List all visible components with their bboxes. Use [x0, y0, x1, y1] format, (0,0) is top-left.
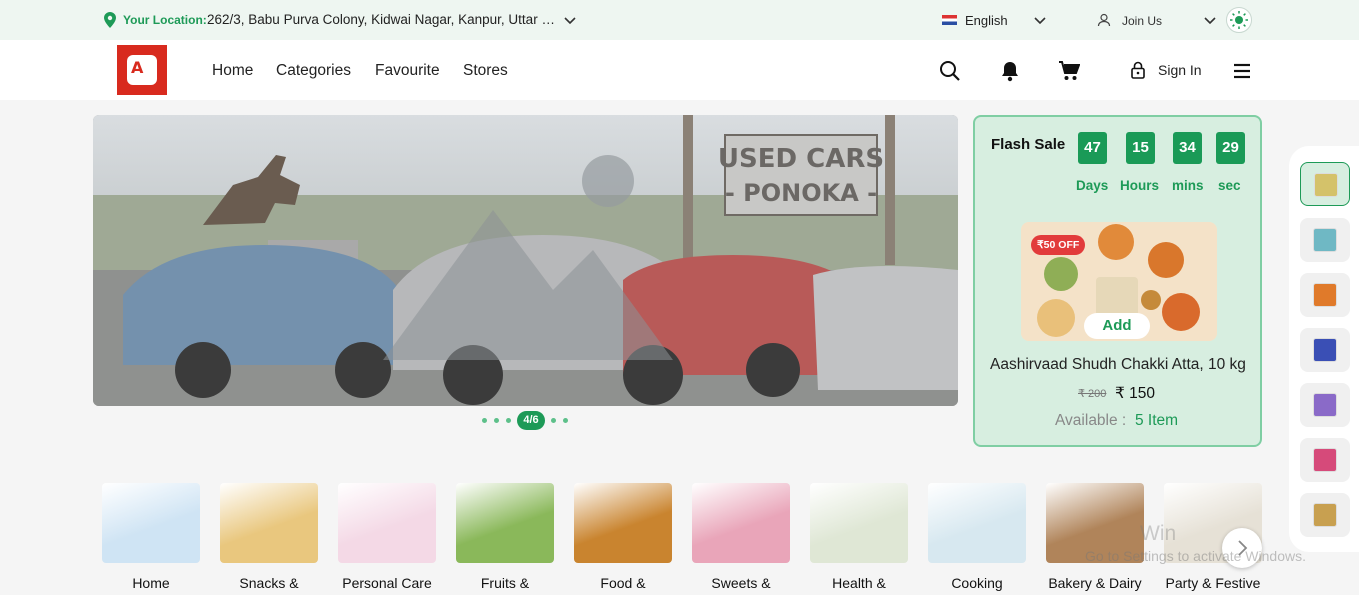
category-image [810, 483, 908, 563]
countdown-unit-hours: Hours [1120, 178, 1160, 193]
store-rail [1289, 146, 1359, 552]
banner-image: USED CARS - PONOKA - [93, 115, 958, 406]
chevron-down-icon[interactable] [563, 13, 577, 27]
category-image [220, 483, 318, 563]
discount-badge: ₹50 OFF [1031, 235, 1086, 255]
cart-icon[interactable] [1058, 60, 1080, 82]
countdown-sec: 29 [1216, 132, 1245, 164]
availability-label: Available : [1055, 412, 1127, 429]
store-logo[interactable]: A [117, 45, 167, 95]
rail-store-item[interactable] [1300, 493, 1350, 537]
category-label: Home [132, 575, 170, 591]
countdown-unit-mins: mins [1172, 178, 1204, 193]
carousel-dot[interactable] [506, 418, 511, 423]
rail-store-item[interactable] [1300, 273, 1350, 317]
countdown-days: 47 [1078, 132, 1107, 164]
product-old-price: ₹ 200 [1078, 388, 1107, 400]
category-label: Bakery & Dairy [1048, 575, 1142, 591]
category-label: Snacks & [239, 575, 299, 591]
search-icon[interactable] [939, 60, 961, 82]
rail-store-item[interactable] [1300, 328, 1350, 372]
rail-store-item[interactable] [1300, 383, 1350, 427]
bell-icon[interactable] [999, 60, 1021, 82]
sign-line-1: USED CARS [718, 144, 884, 174]
store-thumb [1313, 338, 1337, 362]
store-thumb [1313, 448, 1337, 472]
category-item[interactable]: Health & [810, 483, 908, 591]
availability-value: 5 Item [1135, 412, 1179, 429]
category-image [338, 483, 436, 563]
countdown-mins: 34 [1173, 132, 1202, 164]
theme-toggle-button[interactable] [1226, 7, 1252, 33]
nav-home[interactable]: Home [212, 62, 253, 80]
location-bar: Your Location: 262/3, Babu Purva Colony,… [0, 0, 1359, 40]
category-image [692, 483, 790, 563]
category-item[interactable]: Snacks & [220, 483, 318, 591]
rail-store-item[interactable] [1300, 218, 1350, 262]
hero-banner[interactable]: USED CARS - PONOKA - [93, 115, 958, 406]
category-label: Sweets & [711, 575, 771, 591]
category-item[interactable]: Home [102, 483, 200, 591]
category-item[interactable]: Sweets & [692, 483, 790, 591]
add-to-cart-button[interactable]: Add [1084, 313, 1150, 339]
carousel-dot[interactable] [494, 418, 499, 423]
rail-store-item[interactable] [1300, 438, 1350, 482]
menu-icon[interactable] [1231, 60, 1253, 82]
carousel-dot-active[interactable]: 4/6 [517, 411, 545, 430]
product-new-price: ₹ 150 [1115, 385, 1156, 402]
product-name[interactable]: Aashirvaad Shudh Chakki Atta, 10 kg [990, 356, 1246, 374]
user-icon [1097, 13, 1111, 27]
flash-sale-title: Flash Sale [991, 136, 1066, 153]
carousel-dot[interactable] [551, 418, 556, 423]
category-label: Food & [600, 575, 646, 591]
carousel-dot[interactable] [482, 418, 487, 423]
location-value[interactable]: 262/3, Babu Purva Colony, Kidwai Nagar, … [207, 12, 555, 27]
chevron-down-icon[interactable] [1033, 13, 1047, 27]
nav-stores[interactable]: Stores [463, 62, 508, 80]
nav-favourite[interactable]: Favourite [375, 62, 440, 80]
store-thumb [1313, 283, 1337, 307]
flash-sale-card: Flash Sale 47 15 34 29 Days Hours mins s… [973, 115, 1262, 447]
category-image [574, 483, 672, 563]
join-us-link[interactable]: Join Us [1122, 14, 1162, 28]
category-label: Fruits & [480, 575, 530, 591]
category-label: Health & [832, 575, 886, 591]
category-item[interactable]: Food & [574, 483, 672, 591]
category-image [928, 483, 1026, 563]
countdown-unit-sec: sec [1218, 178, 1241, 193]
location-label: Your Location: [123, 13, 207, 27]
countdown-unit-days: Days [1076, 178, 1109, 193]
os-watermark-title: Win [1140, 522, 1177, 545]
category-item[interactable]: Fruits & [456, 483, 554, 591]
category-label: Cooking [951, 575, 1003, 591]
category-image [102, 483, 200, 563]
store-thumb [1313, 228, 1337, 252]
category-image [456, 483, 554, 563]
store-thumb [1314, 173, 1338, 197]
logo-badge: A [127, 55, 157, 85]
sign-in-button[interactable]: Sign In [1158, 62, 1202, 78]
carousel-indicator: 4/6 [480, 411, 580, 431]
chevron-down-icon[interactable] [1203, 13, 1217, 27]
main-header: A Home Categories Favourite Stores Sign … [0, 40, 1359, 100]
category-label: Personal Care [342, 575, 432, 591]
product-image[interactable]: ₹50 OFF Add [1021, 222, 1217, 341]
lock-icon [1131, 61, 1145, 79]
category-label: Party & Festive [1165, 575, 1261, 591]
os-watermark-text: Go to Settings to activate Windows. [1085, 548, 1306, 564]
category-item[interactable]: Personal Care [338, 483, 436, 591]
language-selector[interactable]: English [965, 13, 1008, 28]
rail-store-item[interactable] [1300, 162, 1350, 206]
carousel-dot[interactable] [563, 418, 568, 423]
sun-icon [1230, 11, 1248, 29]
location-pin-icon [104, 12, 116, 28]
sign-line-2: - PONOKA - [725, 179, 877, 207]
store-thumb [1313, 393, 1337, 417]
nav-categories[interactable]: Categories [276, 62, 351, 80]
category-item[interactable]: Cooking [928, 483, 1026, 591]
logo-mark-icon: A [131, 58, 144, 77]
flag-icon [942, 15, 957, 25]
store-thumb [1313, 503, 1337, 527]
countdown-hours: 15 [1126, 132, 1155, 164]
